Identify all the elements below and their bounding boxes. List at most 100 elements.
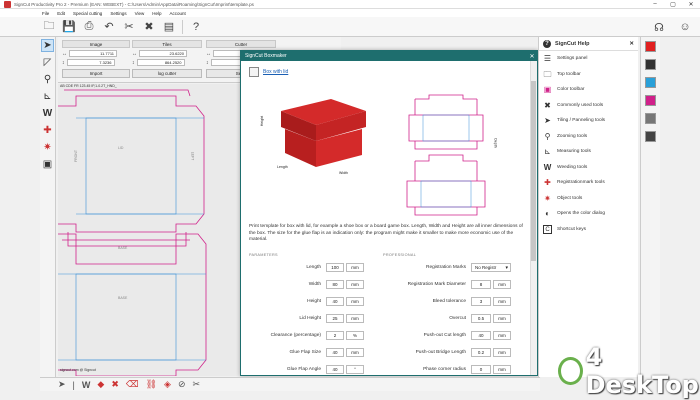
glue-flap-angle-input[interactable]: 40 [326, 364, 344, 374]
star-icon[interactable]: ✷ [41, 141, 54, 154]
phase-corner-input[interactable]: 0 [471, 364, 491, 374]
pushout-bridge-unit[interactable]: mm [493, 347, 511, 357]
bottom-cross-icon[interactable]: ✖ [111, 379, 119, 390]
user-icon[interactable]: ☺ [678, 20, 692, 34]
pushout-bridge-input[interactable]: 0.2 [471, 347, 491, 357]
help-item-registration-tools[interactable]: ✚ Registrationmark tools [539, 175, 638, 191]
bottom-select-icon[interactable]: ➤ [58, 379, 66, 390]
bottom-erase-icon[interactable]: ⌫ [126, 379, 139, 390]
clearance-input[interactable]: 2 [326, 330, 344, 340]
canvas-footer-text: signcut.com @ Signcut [60, 368, 96, 372]
bottom-diamond-icon[interactable]: ◆ [97, 379, 104, 390]
help-item-object-tools[interactable]: ✷ Object tools [539, 191, 638, 207]
overcut-input[interactable]: 0.5 [471, 313, 491, 323]
help-item-color-toolbar[interactable]: ▣ Color toolbar [539, 82, 638, 98]
bleed-tolerance-unit[interactable]: mm [493, 296, 511, 306]
dialog-scroll-thumb[interactable] [531, 81, 536, 261]
length-unit[interactable]: mm [346, 262, 364, 272]
maximize-button[interactable]: ▢ [664, 1, 682, 8]
select-arrow-icon[interactable]: ➤ [41, 39, 54, 52]
menu-special-cutting[interactable]: Special cutting [73, 11, 102, 16]
print-icon[interactable]: ⎙ [82, 20, 96, 34]
save-icon[interactable]: 💾 [62, 20, 76, 34]
front-label: FRONT [74, 149, 79, 163]
bottom-node-icon[interactable]: ◈ [164, 379, 171, 390]
bottom-line-icon[interactable]: | [73, 380, 75, 390]
bottom-weed-icon[interactable]: W [82, 380, 91, 390]
boxmaker-dialog: SignCut Boxmaker ✕ Box with lid Height L… [240, 50, 538, 376]
weed-icon[interactable]: W [41, 107, 54, 120]
log-cutter-button[interactable]: log cutter [132, 69, 202, 78]
help-item-weeding-tools[interactable]: W Weeding tools [539, 160, 638, 176]
phase-corner-unit[interactable]: mm [493, 364, 511, 374]
headset-icon[interactable]: ☊ [652, 20, 666, 34]
open-folder-icon[interactable]: 🗀 [42, 20, 56, 34]
swatch-gray[interactable] [645, 113, 656, 124]
help-item-color-dialog[interactable]: ◐ Opens the color dialog [539, 206, 638, 222]
close-window-button[interactable]: ✕ [682, 1, 700, 8]
help-item-top-toolbar[interactable]: 🗀 Top toolbar [539, 67, 638, 83]
swatch-black[interactable] [645, 59, 656, 70]
lid-height-unit[interactable]: mm [346, 313, 364, 323]
height-input[interactable]: 40 [326, 296, 344, 306]
dialog-close-icon[interactable]: ✕ [527, 53, 537, 60]
menu-view[interactable]: View [135, 11, 145, 16]
cut-icon[interactable]: ✂ [122, 20, 136, 34]
help-item-measuring-tools[interactable]: ⊾ Measuring tools [539, 144, 638, 160]
bottom-cut-icon[interactable]: ✂ [193, 379, 201, 390]
tiles-width-input[interactable]: 23.6220 [139, 50, 187, 57]
help-icon[interactable]: ? [189, 20, 203, 34]
help-item-tiling-tools[interactable]: ➤ Tiling / Panneling tools [539, 113, 638, 129]
import-button[interactable]: Import [62, 69, 130, 78]
help-item-shortcut-keys[interactable]: C Shortcut keys [539, 222, 638, 238]
width-unit[interactable]: mm [346, 279, 364, 289]
dialog-scrollbar[interactable] [530, 61, 537, 375]
box-with-lid-link[interactable]: Box with lid [263, 69, 288, 75]
help-item-zooming-tools[interactable]: ⚲ Zooming tools [539, 129, 638, 145]
height-unit[interactable]: mm [346, 296, 364, 306]
glue-flap-angle-unit[interactable]: ° [346, 364, 364, 374]
menu-settings[interactable]: Settings [110, 11, 126, 16]
swatch-magenta[interactable] [645, 95, 656, 106]
bottom-link-icon[interactable]: ⛓ [146, 379, 157, 390]
lid-height-input[interactable]: 25 [326, 313, 344, 323]
menu-edit[interactable]: Edit [57, 11, 65, 16]
menu-account[interactable]: Account [170, 11, 186, 16]
undo-icon[interactable]: ↶ [102, 20, 116, 34]
overcut-unit[interactable]: mm [493, 313, 511, 323]
glue-flap-size-unit[interactable]: mm [346, 347, 364, 357]
target-icon[interactable]: ✚ [41, 124, 54, 137]
swatch-red[interactable] [645, 41, 656, 52]
help-item-settings-panel[interactable]: ☰ Settings panel [539, 51, 638, 67]
tools-icon[interactable]: ✖ [142, 20, 156, 34]
help-item-common-tools[interactable]: ✖ Commonly used tools [539, 98, 638, 114]
menu-help[interactable]: Help [152, 11, 161, 16]
clearance-unit[interactable]: % [346, 330, 364, 340]
length-input[interactable]: 100 [326, 262, 344, 272]
pushout-cut-input[interactable]: 40 [471, 330, 491, 340]
image-width-input[interactable]: 11.7711 [69, 50, 117, 57]
bottom-split-icon[interactable]: ⊘ [178, 379, 186, 390]
help-close-icon[interactable]: ✕ [629, 41, 634, 47]
node-edit-icon[interactable]: ◸ [41, 56, 54, 69]
image-height-input[interactable]: 7.3236 [66, 59, 115, 66]
swatch-cyan[interactable] [645, 77, 656, 88]
glue-flap-size-input[interactable]: 40 [326, 347, 344, 357]
param-row-glue-flap-angle: Glue Flap Angle 40 ° [249, 364, 364, 374]
color-dialog-icon: ◐ [545, 209, 550, 219]
registration-marks-select[interactable]: No Registr [471, 262, 511, 272]
swatch-dark-gray[interactable] [645, 131, 656, 142]
bleed-tolerance-input[interactable]: 3 [471, 296, 491, 306]
pushout-cut-unit[interactable]: mm [493, 330, 511, 340]
menu-file[interactable]: File [42, 11, 49, 16]
mark-diameter-unit[interactable]: mm [493, 279, 511, 289]
zoom-icon[interactable]: ⚲ [41, 73, 54, 86]
mark-diameter-input[interactable]: 8 [471, 279, 491, 289]
design-canvas[interactable]: LID FRONT LEFT BASE BASE [58, 84, 240, 376]
tiles-height-input[interactable]: 864.2520 [136, 59, 185, 66]
layers-icon[interactable]: ▤ [162, 20, 176, 34]
minimize-button[interactable]: – [646, 1, 664, 7]
measure-icon[interactable]: ⊾ [41, 90, 54, 103]
width-input[interactable]: 80 [326, 279, 344, 289]
cube-icon[interactable]: ▣ [41, 158, 54, 171]
